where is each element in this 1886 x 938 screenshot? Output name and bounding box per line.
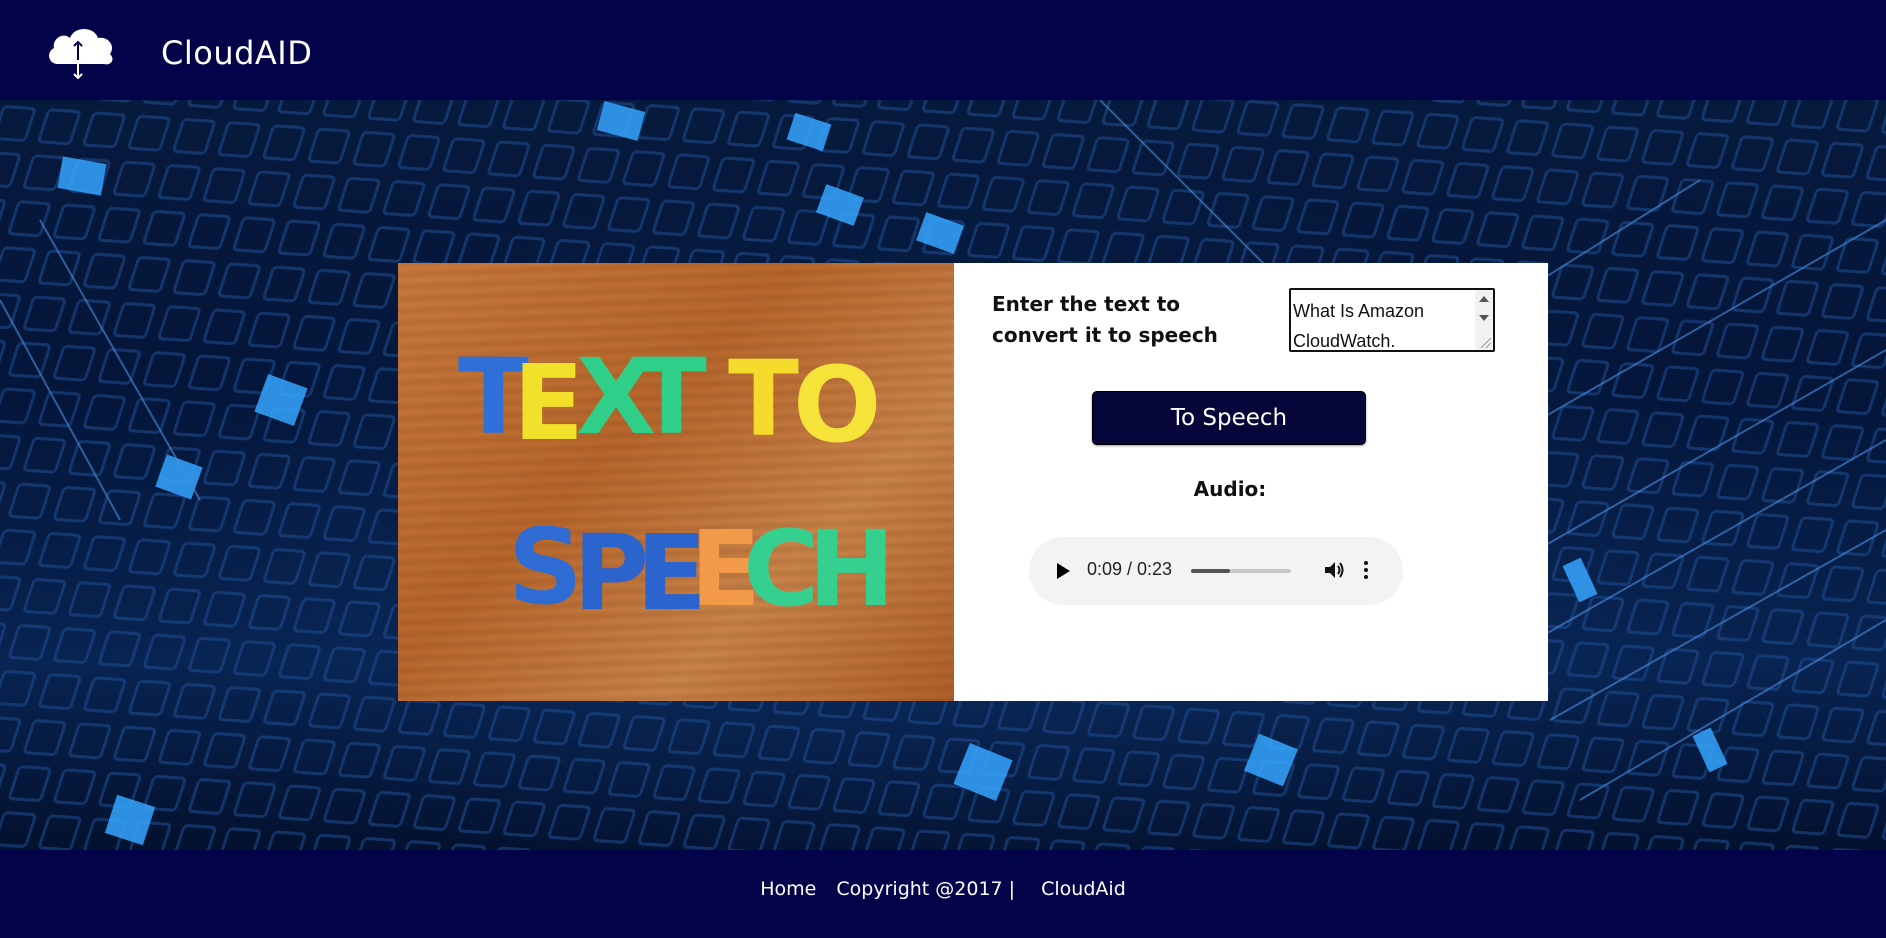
cloud-logo-icon[interactable] [44, 20, 118, 82]
svg-text:S: S [508, 506, 583, 628]
input-prompt-label: Enter the text to convert it to speech [992, 292, 1218, 347]
text-to-speech-image: T E X T T O S P E E C H [398, 263, 954, 701]
scroll-down-icon[interactable] [1479, 315, 1489, 321]
svg-text:T: T [728, 338, 799, 460]
footer-links: Home Copyright @2017 | CloudAid [0, 878, 1886, 900]
audio-time: 0:09 / 0:23 [1087, 559, 1173, 579]
svg-text:O: O [793, 344, 881, 466]
play-icon[interactable] [1057, 563, 1070, 579]
text-input-box[interactable] [1289, 288, 1495, 352]
to-speech-button[interactable]: To Speech [1092, 391, 1366, 445]
audio-player[interactable]: 0:09 / 0:23 [1029, 537, 1403, 605]
footer-copyright: Copyright @2017 | [836, 878, 1016, 900]
scroll-up-icon[interactable] [1479, 296, 1489, 302]
text-input[interactable] [1291, 290, 1475, 350]
audio-label: Audio: [1193, 477, 1267, 501]
svg-text:E: E [513, 342, 584, 464]
footer-home-link[interactable]: Home [760, 878, 816, 900]
volume-icon[interactable] [1323, 559, 1345, 581]
brand-title[interactable]: CloudAID [161, 34, 312, 72]
site-header: CloudAID [0, 0, 1886, 100]
tts-card: T E X T T O S P E E C H Enter the text t… [398, 263, 1548, 701]
svg-text:H: H [808, 508, 895, 630]
footer-site-link[interactable]: CloudAid [1041, 878, 1126, 900]
resize-grip-icon[interactable] [1481, 338, 1491, 348]
site-footer: Home Copyright @2017 | CloudAid [0, 850, 1886, 938]
magnet-letters-illustration: T E X T T O S P E E C H [458, 336, 895, 634]
more-options-icon[interactable] [1363, 559, 1369, 581]
audio-progress-slider[interactable] [1191, 569, 1291, 573]
svg-text:T: T [636, 336, 707, 458]
audio-progress-fill [1191, 569, 1230, 573]
